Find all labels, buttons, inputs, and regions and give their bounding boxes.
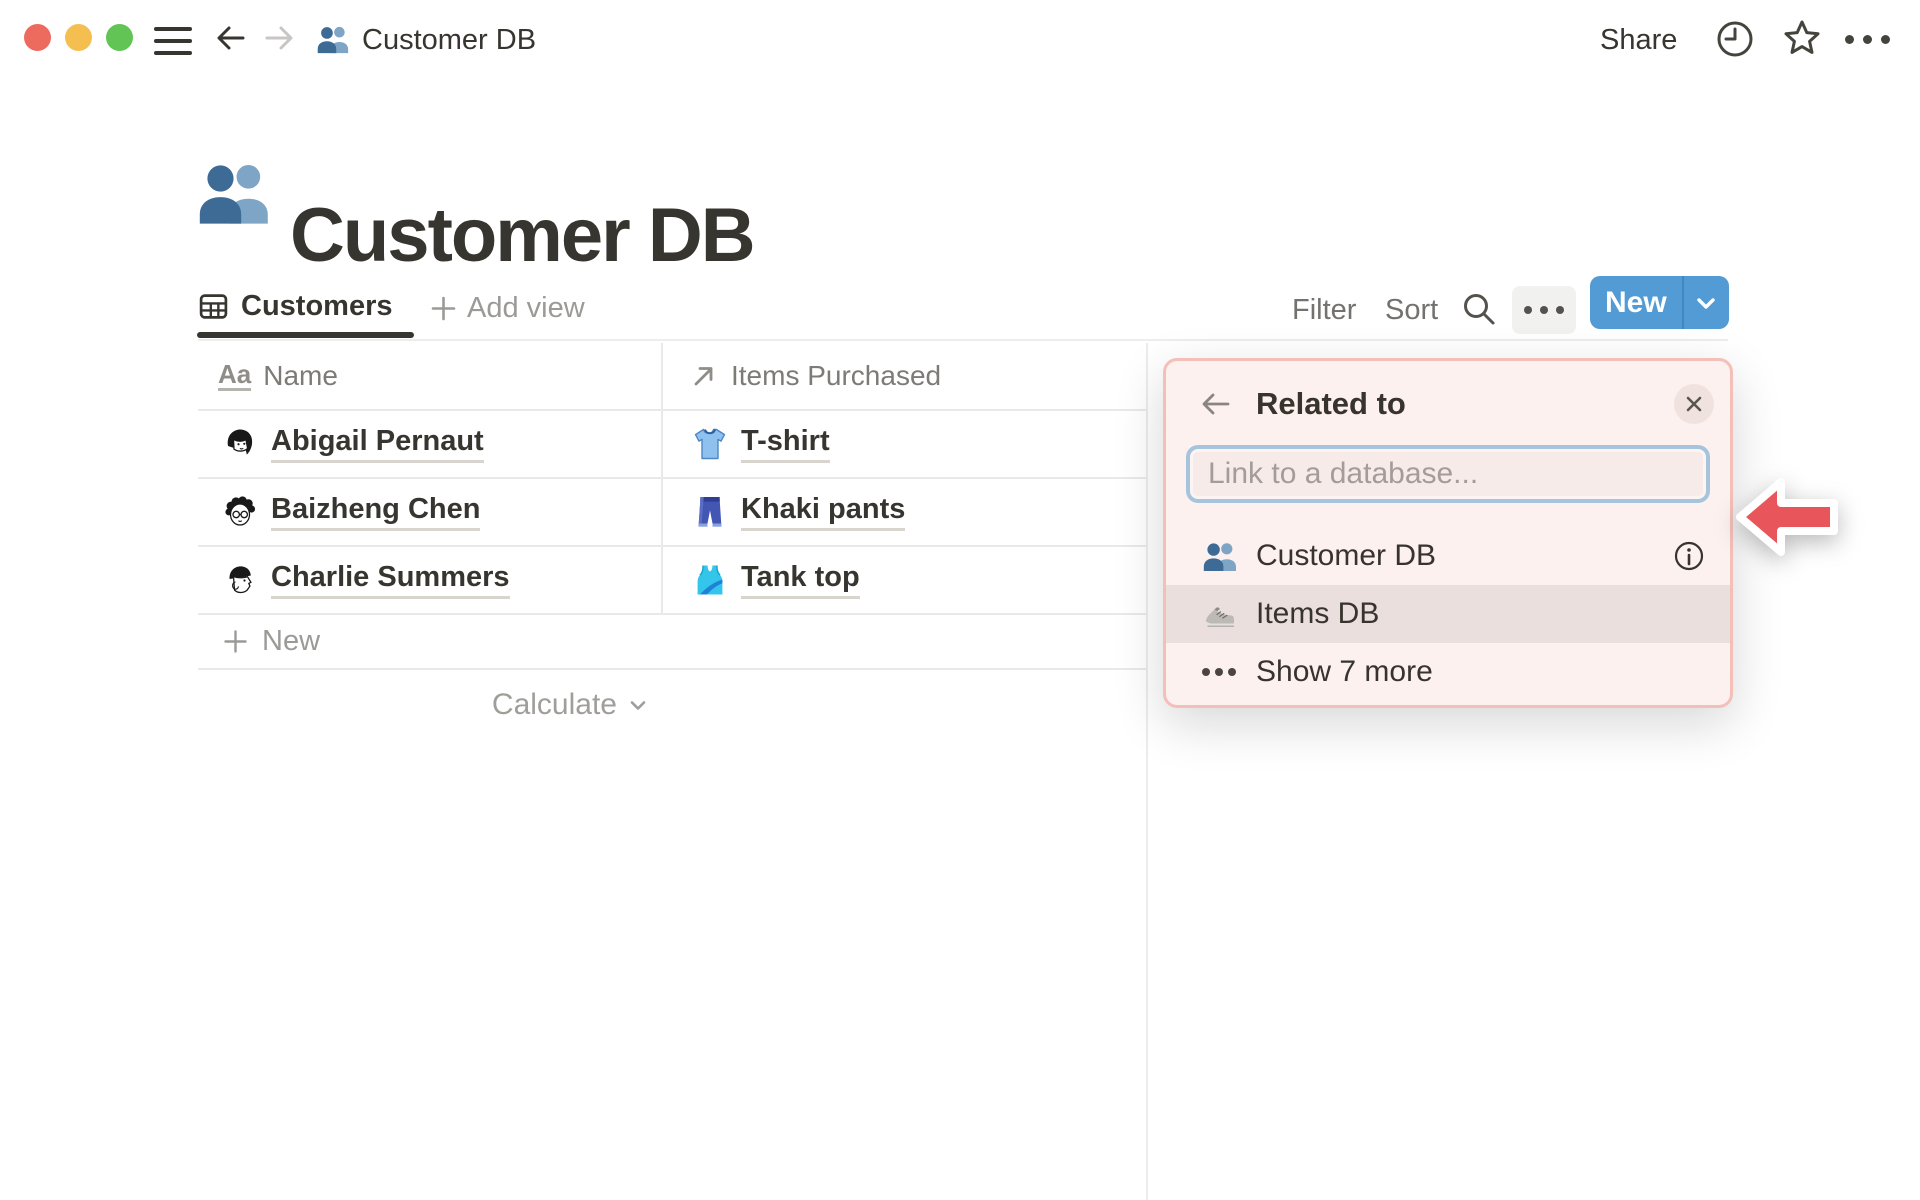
column-divider (661, 343, 663, 614)
new-button[interactable]: New (1590, 276, 1729, 329)
calculate-label: Calculate (491, 688, 617, 721)
people-icon (1203, 543, 1236, 571)
close-button[interactable] (1674, 384, 1714, 424)
avatar-abigail (227, 429, 253, 455)
option-show-more[interactable]: Show 7 more (1166, 643, 1730, 701)
people-icon (317, 26, 349, 54)
plus-icon (224, 630, 247, 653)
forward-arrow-icon[interactable] (260, 19, 298, 57)
more-options-icon[interactable] (1845, 30, 1891, 48)
star-icon[interactable] (1780, 16, 1824, 60)
table-view-icon (199, 294, 228, 319)
filter-button[interactable]: Filter (1292, 294, 1356, 327)
row-name-link[interactable]: Charlie Summers (271, 561, 510, 599)
column-header-name[interactable]: Aa Name (198, 343, 661, 409)
option-label: Customer DB (1256, 539, 1437, 572)
popup-title: Related to (1256, 386, 1406, 421)
active-tab-underline (197, 332, 414, 338)
sneaker-icon (1206, 607, 1234, 628)
table-row[interactable]: Abigail Pernaut T-shirt (198, 411, 1146, 479)
clock-icon[interactable] (1713, 17, 1757, 61)
tanktop-icon (697, 565, 723, 595)
row-item-link[interactable]: T-shirt (741, 425, 830, 463)
close-icon (1686, 396, 1702, 412)
row-name-link[interactable]: Abigail Pernaut (271, 425, 484, 463)
notion-window: Customer DB Share Customer DB Customers … (0, 0, 1920, 1200)
jeans-icon (698, 497, 722, 527)
close-window-button[interactable] (24, 24, 51, 51)
sidebar-menu-icon[interactable] (154, 27, 192, 55)
link-database-search-input[interactable] (1186, 445, 1710, 503)
avatar-baizheng (225, 496, 256, 526)
people-icon (199, 164, 268, 224)
tab-customers[interactable]: Customers (198, 290, 393, 323)
column-name-label: Name (263, 360, 338, 391)
share-button[interactable]: Share (1600, 23, 1677, 57)
column-header-items-purchased[interactable]: Items Purchased (661, 343, 1146, 409)
sort-button[interactable]: Sort (1385, 294, 1438, 327)
traffic-lights (24, 24, 133, 51)
new-row-button[interactable]: New (198, 615, 1146, 670)
option-customer-db[interactable]: Customer DB (1166, 527, 1730, 585)
back-arrow-icon[interactable] (1198, 386, 1234, 422)
row-item-link[interactable]: Khaki pants (741, 493, 906, 531)
back-arrow-icon[interactable] (212, 19, 250, 57)
info-icon[interactable] (1672, 539, 1706, 573)
more-dots-icon (1202, 654, 1238, 690)
option-items-db[interactable]: Items DB (1166, 585, 1730, 643)
avatar-charlie (229, 566, 252, 594)
row-item-link[interactable]: Tank top (741, 561, 860, 599)
calculate-button[interactable]: Calculate (198, 670, 661, 740)
new-row-label: New (262, 625, 321, 657)
customers-table: Aa Name Items Purchased Abigail Pernaut … (198, 343, 1146, 740)
column-items-label: Items Purchased (731, 360, 942, 391)
zoom-window-button[interactable] (106, 24, 133, 51)
tshirt-icon (694, 428, 726, 460)
minimize-window-button[interactable] (65, 24, 92, 51)
related-to-popup: Related to Customer DB (1163, 358, 1733, 708)
option-label: Items DB (1256, 597, 1380, 630)
option-label: Show 7 more (1256, 655, 1433, 688)
page-title: Customer DB (290, 192, 756, 278)
viewbar-divider (198, 339, 1728, 341)
database-options-list: Customer DB Items DB Show 7 more (1166, 527, 1730, 701)
table-row[interactable]: Baizheng Chen Khaki pants (198, 479, 1146, 547)
breadcrumb[interactable]: Customer DB (362, 23, 536, 57)
table-row[interactable]: Charlie Summers Tank top (198, 547, 1146, 615)
plus-icon (431, 296, 456, 321)
view-options-icon[interactable] (1512, 286, 1576, 334)
tutorial-pointer-arrow (1736, 478, 1838, 556)
tab-customers-label: Customers (241, 290, 393, 322)
search-icon[interactable] (1460, 290, 1498, 328)
chevron-down-icon (1697, 297, 1716, 309)
table-header-row: Aa Name Items Purchased (198, 343, 1146, 411)
row-name-link[interactable]: Baizheng Chen (271, 493, 481, 531)
popup-header: Related to (1198, 381, 1714, 427)
chevron-down-icon (630, 701, 646, 710)
add-view-label: Add view (467, 292, 585, 324)
new-button-label[interactable]: New (1590, 276, 1682, 329)
add-view-button[interactable]: Add view (430, 292, 585, 325)
new-button-dropdown[interactable] (1681, 276, 1729, 329)
relation-property-icon (694, 367, 713, 386)
text-property-icon: Aa (218, 359, 252, 391)
table-right-divider (1146, 343, 1148, 1200)
